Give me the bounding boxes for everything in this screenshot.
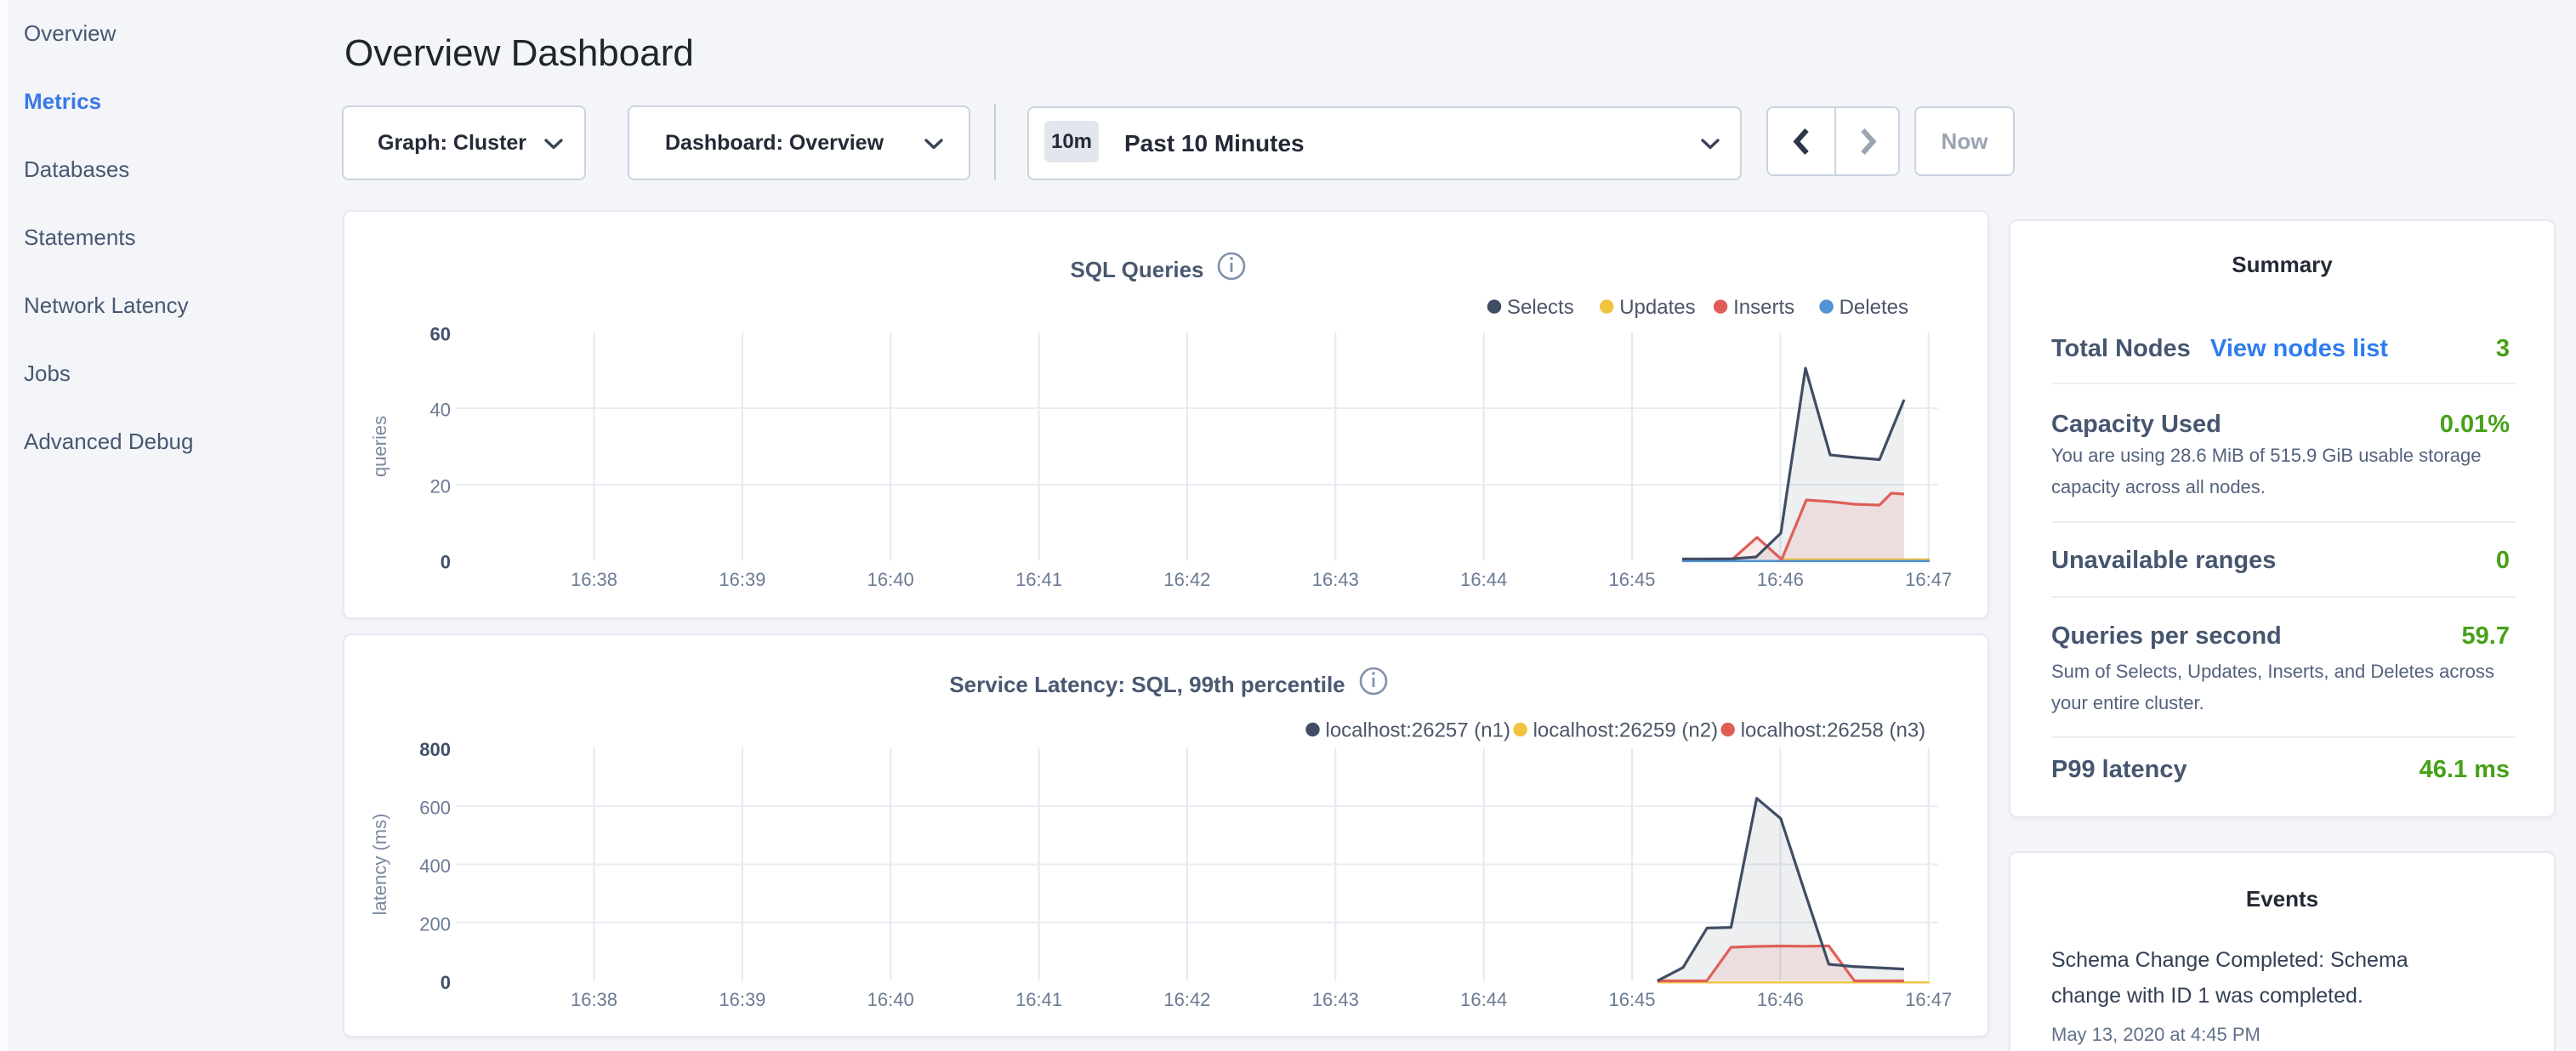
svg-text:localhost:26259 (n2): localhost:26259 (n2)	[1533, 719, 1718, 742]
svg-text:16:41: 16:41	[1015, 569, 1062, 590]
svg-text:queries: queries	[369, 416, 390, 477]
svg-text:16:46: 16:46	[1757, 989, 1804, 1010]
svg-text:40: 40	[430, 400, 451, 421]
svg-text:Service Latency: SQL, 99th per: Service Latency: SQL, 99th percentile	[949, 672, 1345, 697]
svg-text:16:47: 16:47	[1905, 569, 1952, 590]
svg-text:0: 0	[441, 552, 451, 573]
svg-text:SQL Queries: SQL Queries	[1070, 257, 1203, 282]
svg-text:16:43: 16:43	[1312, 989, 1359, 1010]
svg-text:16:45: 16:45	[1608, 989, 1655, 1010]
svg-text:16:44: 16:44	[1460, 569, 1507, 590]
svg-text:16:38: 16:38	[571, 989, 617, 1010]
svg-text:16:42: 16:42	[1163, 569, 1210, 590]
svg-text:16:38: 16:38	[571, 569, 617, 590]
svg-text:600: 600	[419, 798, 451, 819]
svg-text:16:39: 16:39	[719, 989, 765, 1010]
svg-text:0: 0	[441, 972, 451, 993]
svg-text:16:40: 16:40	[867, 989, 914, 1010]
svg-text:20: 20	[430, 476, 451, 497]
svg-text:800: 800	[419, 739, 451, 760]
svg-text:16:42: 16:42	[1163, 989, 1210, 1010]
svg-text:400: 400	[419, 855, 451, 877]
svg-text:16:44: 16:44	[1460, 989, 1507, 1010]
svg-text:localhost:26257 (n1): localhost:26257 (n1)	[1326, 719, 1510, 742]
svg-text:16:40: 16:40	[867, 569, 914, 590]
svg-text:Inserts: Inserts	[1733, 296, 1794, 319]
svg-text:60: 60	[430, 324, 451, 345]
svg-text:latency (ms): latency (ms)	[369, 814, 390, 916]
svg-text:16:41: 16:41	[1015, 989, 1062, 1010]
svg-text:16:43: 16:43	[1312, 569, 1359, 590]
svg-text:16:47: 16:47	[1905, 989, 1952, 1010]
svg-text:16:39: 16:39	[719, 569, 765, 590]
svg-text:Deletes: Deletes	[1840, 296, 1908, 319]
svg-text:Updates: Updates	[1619, 296, 1695, 319]
svg-text:16:46: 16:46	[1757, 569, 1804, 590]
svg-text:16:45: 16:45	[1608, 569, 1655, 590]
svg-text:localhost:26258 (n3): localhost:26258 (n3)	[1741, 719, 1925, 742]
svg-text:Selects: Selects	[1507, 296, 1574, 319]
svg-text:200: 200	[419, 914, 451, 935]
